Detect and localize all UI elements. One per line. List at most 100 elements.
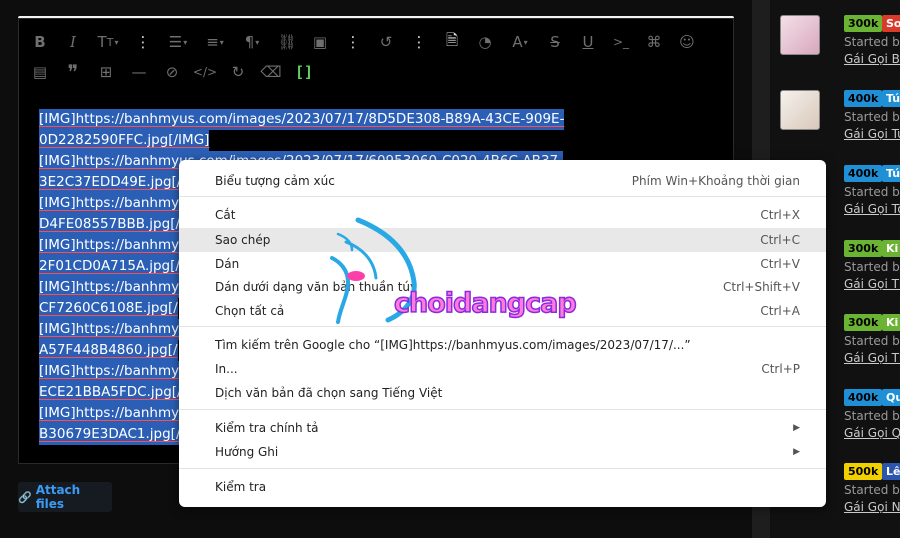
- location-tag: Ki: [882, 240, 900, 257]
- price-badge: 400k: [844, 165, 883, 182]
- menu-item[interactable]: Kiểm tra chính tả ▶: [179, 416, 826, 440]
- eraser-icon[interactable]: ⌫: [260, 61, 282, 83]
- italic-icon[interactable]: I: [62, 31, 84, 53]
- menu-divider: [179, 409, 826, 410]
- location-tag: Tú: [882, 165, 900, 182]
- palette-icon[interactable]: ◔: [474, 31, 496, 53]
- quote-icon[interactable]: ❞: [62, 60, 84, 84]
- link-icon[interactable]: ⛓: [276, 31, 298, 53]
- menu-shortcut: Ctrl+Shift+V: [723, 280, 800, 294]
- menu-item-label: Biểu tượng cảm xúc: [215, 174, 335, 188]
- content-line-text: A57F448B4860.jpg[/: [39, 340, 178, 361]
- preview-icon[interactable]: 🗎: [441, 31, 463, 53]
- thread-title-link[interactable]: Gái Gọi Ng: [844, 500, 900, 514]
- content-line-text: [IMG]https://banhmyu: [39, 361, 188, 382]
- content-line-text: [IMG]https://banhmyu: [39, 319, 188, 340]
- attach-files-label: Attach files: [35, 483, 81, 511]
- redo-icon[interactable]: ↻: [227, 61, 249, 83]
- screen: B I T T ▾ ⋮ ☰ ▾ ≡ ▾ ¶ ▾ ⛓ ▣ ⋮ ↺ ⋮ 🗎 ◔ A ▾ S U …: [0, 0, 900, 538]
- thread-title-link[interactable]: Gái Gọi Th: [844, 277, 900, 291]
- horizontal-rule-icon[interactable]: —: [128, 61, 150, 83]
- content-line-text: 0D2282590FFC.jpg[/IMG]: [39, 130, 210, 151]
- location-tag: Qu: [882, 389, 900, 406]
- menu-item-label: Hướng Ghi: [215, 445, 279, 459]
- content-line-text: [IMG]https://banhmyu: [39, 235, 188, 256]
- bold-icon[interactable]: B: [29, 31, 51, 53]
- align-icon[interactable]: ≡ ▾: [202, 31, 228, 53]
- strikethrough-icon[interactable]: S: [544, 31, 566, 53]
- menu-item[interactable]: Hướng Ghi ▶: [179, 440, 826, 464]
- content-line: [IMG]https://banhmyus.com/images/2023/07…: [39, 109, 599, 130]
- more-options-icon[interactable]: ⋮: [132, 31, 154, 53]
- font-icon[interactable]: A ▾: [507, 31, 533, 53]
- editor-toolbar: B I T T ▾ ⋮ ☰ ▾ ≡ ▾ ¶ ▾ ⛓ ▣ ⋮ ↺ ⋮ 🗎 ◔ A ▾ S U …: [19, 25, 733, 103]
- price-badge: 300k: [844, 240, 883, 257]
- menu-item[interactable]: Biểu tượng cảm xúc Phím Win+Khoảng thời g…: [179, 169, 826, 193]
- menu-item[interactable]: In... Ctrl+P: [179, 357, 826, 381]
- menu-shortcut: Ctrl+C: [760, 233, 800, 247]
- media-icon[interactable]: ▤: [29, 61, 51, 83]
- paragraph-icon[interactable]: ¶ ▾: [239, 31, 265, 53]
- content-line-text: [IMG]https://banhmyu: [39, 193, 188, 214]
- menu-shortcut: Phím Win+Khoảng thời gian: [631, 174, 800, 188]
- content-line-text: B30679E3DAC1.jpg[/: [39, 424, 181, 445]
- attach-files-button[interactable]: 🔗 Attach files: [18, 482, 112, 512]
- menu-divider: [179, 468, 826, 469]
- thread-title-link[interactable]: Gái Gọi Th: [844, 351, 900, 365]
- toolbar-row-2: ▤ ❞ ⊞ — ⊘ </> ↻ ⌫ []: [29, 59, 326, 85]
- menu-item-label: Dịch văn bản đã chọn sang Tiếng Việt: [215, 386, 443, 400]
- toolbar-row-1: B I T T ▾ ⋮ ☰ ▾ ≡ ▾ ¶ ▾ ⛓ ▣ ⋮ ↺ ⋮ 🗎 ◔ A ▾ S U …: [29, 29, 709, 55]
- more-options-icon[interactable]: ⋮: [342, 31, 364, 53]
- price-badge: 500k: [844, 463, 883, 480]
- more-options-icon[interactable]: ⋮: [408, 31, 430, 53]
- content-line-text: D4FE08557BBB.jpg[/: [39, 214, 181, 235]
- smile-icon[interactable]: ☺: [676, 31, 698, 53]
- menu-item-label: Kiểm tra: [215, 480, 267, 494]
- thread-title-link[interactable]: Gái Gọi Tú: [844, 127, 900, 141]
- thread-title-link[interactable]: Gái Gọi Tô: [844, 202, 900, 216]
- menu-item-label: Tìm kiếm trên Google cho “[IMG]https://b…: [215, 338, 691, 352]
- content-line-text: ECE21BBA5FDC.jpg[/: [39, 382, 182, 403]
- menu-shortcut: Ctrl+A: [760, 304, 800, 318]
- code-tag-icon[interactable]: </>: [193, 61, 217, 83]
- text-size-icon[interactable]: T T ▾: [95, 31, 121, 53]
- content-line-text: [IMG]https://banhmyu: [39, 403, 188, 424]
- menu-item[interactable]: Tìm kiếm trên Google cho “[IMG]https://b…: [179, 333, 826, 357]
- hide-icon[interactable]: ⊘: [161, 61, 183, 83]
- menu-item-label: Kiểm tra chính tả: [215, 421, 319, 435]
- watermark-text: choidangcap: [393, 287, 577, 320]
- menu-shortcut: Ctrl+P: [761, 362, 800, 376]
- price-badge: 300k: [844, 15, 883, 32]
- started-by-text: Started by: [844, 110, 900, 124]
- location-tag: So: [882, 15, 900, 32]
- menu-item[interactable]: Kiểm tra: [179, 475, 826, 499]
- image-icon[interactable]: ▣: [309, 31, 331, 53]
- sidebar-thread-item[interactable]: 300kSo Started by Gái Gọi Bá: [770, 15, 900, 85]
- content-line-text: 2F01CD0A715A.jpg[/: [39, 256, 180, 277]
- price-badge: 400k: [844, 90, 883, 107]
- started-by-text: Started by: [844, 334, 900, 348]
- sidebar-thread-item[interactable]: 400kTú Started by Gái Gọi Tú: [770, 90, 900, 160]
- price-badge: 300k: [844, 314, 883, 331]
- price-badge: 400k: [844, 389, 883, 406]
- thread-title-link[interactable]: Gái Gọi Bá: [844, 52, 900, 66]
- content-line-text: CF7260C6108E.jpg[/: [39, 298, 178, 319]
- started-by-text: Started by: [844, 409, 900, 423]
- underline-icon[interactable]: U: [577, 31, 599, 53]
- thread-thumbnail[interactable]: [780, 15, 820, 55]
- table-icon[interactable]: ⊞: [95, 61, 117, 83]
- thread-thumbnail[interactable]: [780, 90, 820, 130]
- menu-item-label: In...: [215, 362, 238, 376]
- gamepad-icon[interactable]: ⌘: [643, 31, 665, 53]
- menu-shortcut: Ctrl+V: [760, 257, 800, 271]
- code-icon[interactable]: >_: [610, 31, 632, 53]
- list-icon[interactable]: ☰ ▾: [165, 31, 191, 53]
- thread-title-link[interactable]: Gái Gọi Qu: [844, 426, 900, 440]
- location-tag: Lê: [882, 463, 900, 480]
- started-by-text: Started by: [844, 260, 900, 274]
- started-by-text: Started by: [844, 483, 900, 497]
- brackets-icon[interactable]: []: [293, 61, 315, 83]
- undo-icon[interactable]: ↺: [375, 31, 397, 53]
- menu-item[interactable]: Dịch văn bản đã chọn sang Tiếng Việt: [179, 381, 826, 405]
- started-by-text: Started by: [844, 185, 900, 199]
